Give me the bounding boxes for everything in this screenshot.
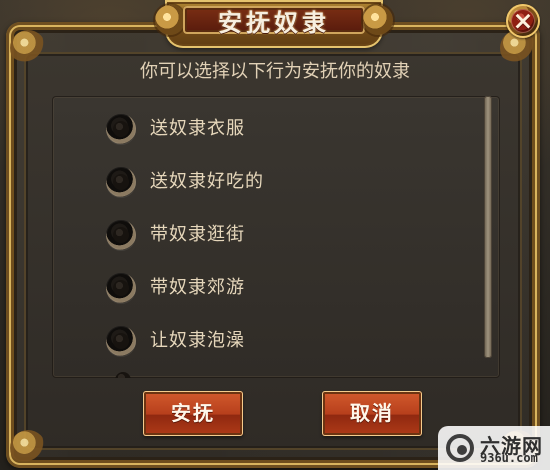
frame-corner-bottom-left-icon [10, 430, 46, 466]
watermark-subtitle: 936u.com [480, 451, 538, 465]
radio-icon[interactable] [106, 114, 136, 144]
options-list-panel: 送奴隶衣服 送奴隶好吃的 带奴隶逛街 带奴隶郊游 让奴隶泡澡 [52, 96, 500, 378]
option-give-clothes[interactable]: 送奴隶衣服 [106, 109, 245, 149]
radio-icon[interactable] [106, 167, 136, 197]
radio-icon[interactable] [106, 273, 136, 303]
site-watermark: 六游网 936u.com [438, 426, 550, 470]
cancel-button[interactable]: 取消 [322, 391, 422, 436]
option-label: 送奴隶衣服 [150, 118, 245, 139]
radio-icon[interactable] [106, 326, 136, 356]
close-icon: × [512, 6, 534, 35]
site-logo-icon [446, 434, 474, 462]
option-label: 让奴隶泡澡 [150, 330, 245, 351]
option-go-outing[interactable]: 带奴隶郊游 [106, 268, 245, 308]
option-label: 带奴隶郊游 [150, 277, 245, 298]
option-go-shopping[interactable]: 带奴隶逛街 [106, 215, 245, 255]
partially-visible-option[interactable] [108, 365, 138, 378]
options-scrollbar[interactable] [484, 96, 492, 358]
close-button[interactable]: × [506, 4, 540, 38]
dialog-prompt: 你可以选择以下行为安抚你的奴隶 [140, 61, 410, 82]
game-dialog-screen: 安抚奴隶 × 你可以选择以下行为安抚你的奴隶 送奴隶衣服 送奴隶好吃的 带奴隶逛… [0, 0, 550, 470]
confirm-soothe-button[interactable]: 安抚 [143, 391, 243, 436]
radio-icon[interactable] [106, 220, 136, 250]
option-label: 带奴隶逛街 [150, 224, 245, 245]
option-take-bath[interactable]: 让奴隶泡澡 [106, 321, 245, 361]
dialog-title-plate: 安抚奴隶 [155, 0, 393, 48]
option-label: 送奴隶好吃的 [150, 171, 264, 192]
dialog-title: 安抚奴隶 [218, 9, 330, 37]
option-give-food[interactable]: 送奴隶好吃的 [106, 162, 264, 202]
